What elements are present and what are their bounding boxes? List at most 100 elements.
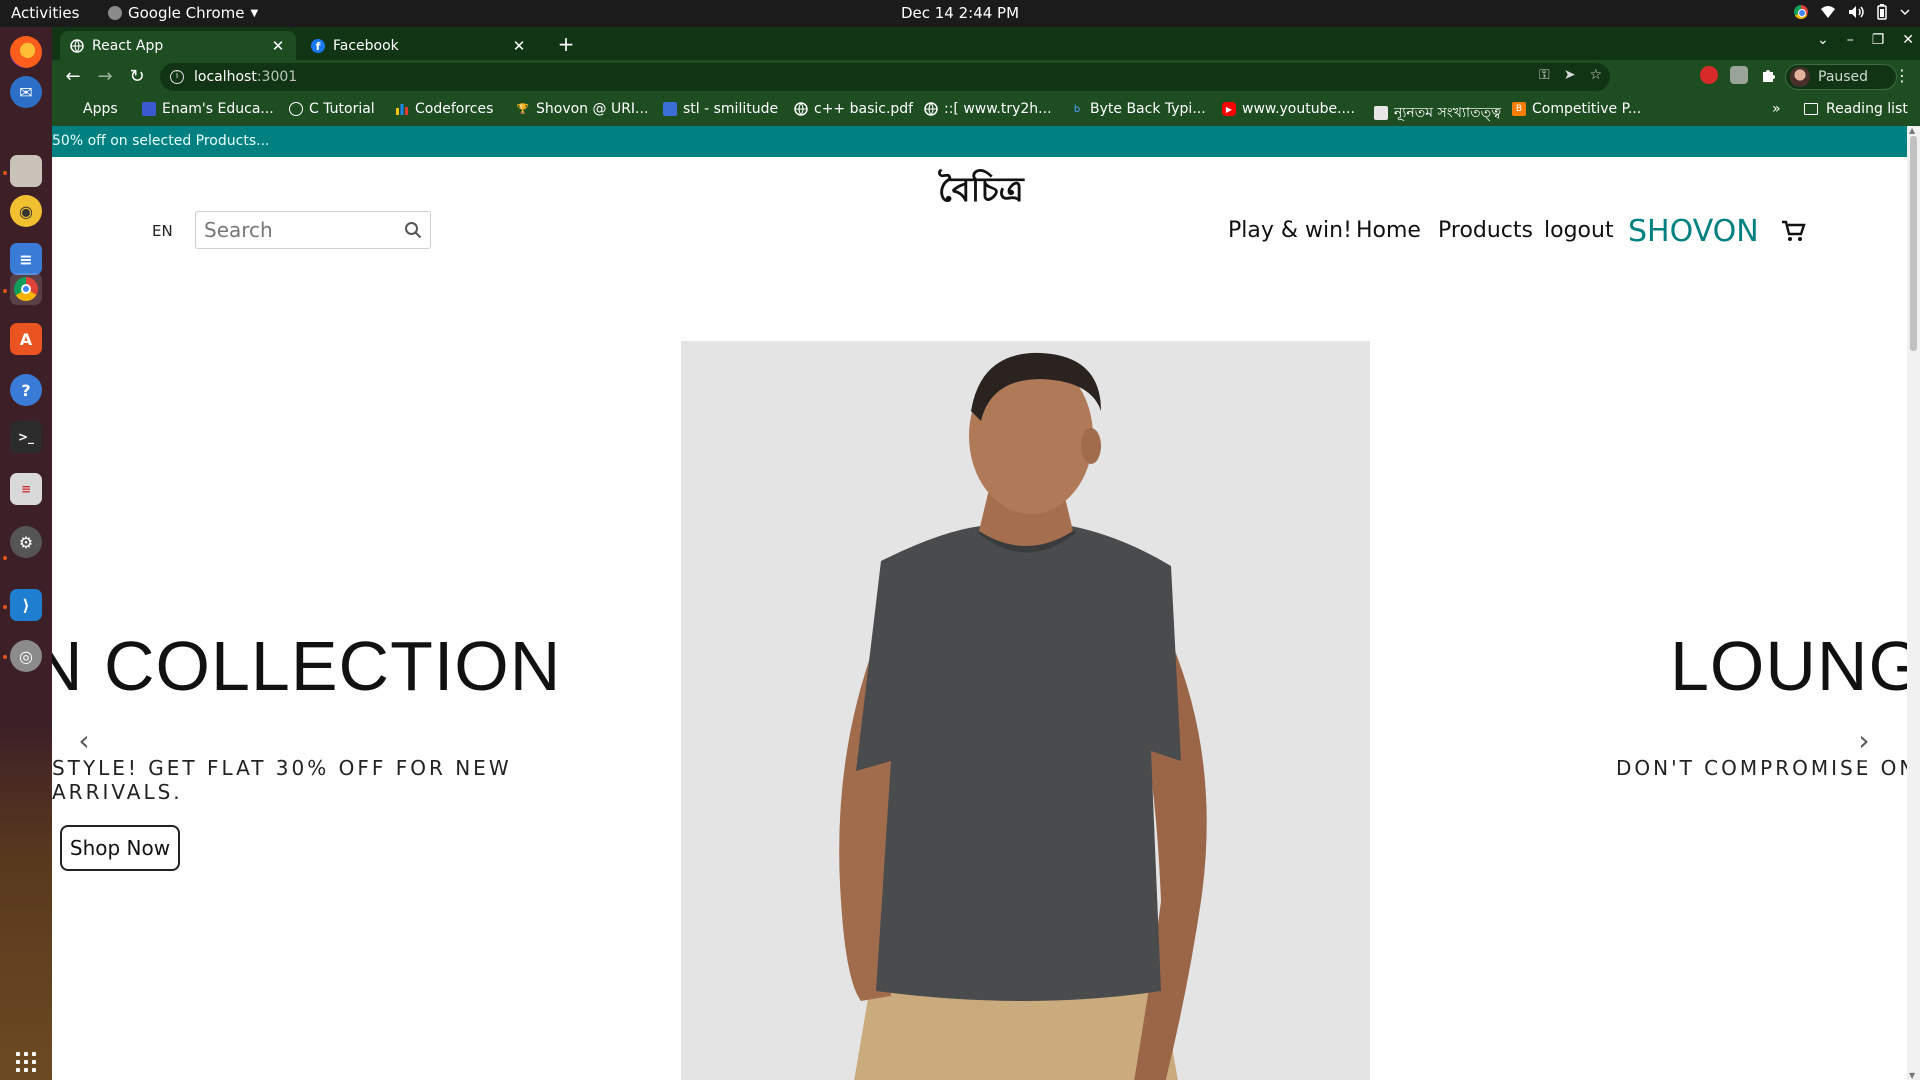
rhythmbox-icon[interactable]: ◉ bbox=[10, 195, 42, 227]
reading-list-label: Reading list bbox=[1826, 101, 1908, 117]
tab-react-app[interactable]: React App ✕ bbox=[60, 31, 296, 60]
bookmark-try2h[interactable]: ::[ www.try2h... bbox=[924, 101, 1052, 117]
page-viewport: 50% off on selected Products... বৈচিত্র … bbox=[52, 126, 1907, 1080]
page-scrollbar[interactable]: ▲ ▼ bbox=[1907, 126, 1920, 1080]
bookmark-enams-educa[interactable]: Enam's Educa... bbox=[142, 101, 274, 117]
writer-icon[interactable]: ≡ bbox=[10, 243, 42, 275]
avatar bbox=[1790, 67, 1810, 87]
nav-username[interactable]: SHOVON bbox=[1628, 214, 1759, 249]
scroll-up-icon[interactable]: ▲ bbox=[1909, 126, 1915, 135]
extension-red-icon[interactable] bbox=[1700, 66, 1718, 84]
system-clock[interactable]: Dec 14 2:44 PM bbox=[0, 4, 1920, 22]
tab-strip: React App ✕ f Facebook ✕ + ⌄ – ❐ ✕ bbox=[52, 27, 1920, 60]
thunderbird-icon[interactable]: ✉ bbox=[10, 76, 42, 108]
carousel-prev-arrow-icon[interactable]: ‹ bbox=[64, 721, 104, 761]
close-tab-icon[interactable]: ✕ bbox=[270, 37, 286, 55]
brand-logo[interactable]: বৈচিত্র bbox=[938, 164, 1024, 221]
send-icon[interactable]: ➤ bbox=[1564, 67, 1576, 83]
hero-product-image[interactable] bbox=[681, 341, 1370, 1080]
slide-subheading: STYLE! GET FLAT 30% OFF FOR NEW ARRIVALS… bbox=[52, 756, 512, 804]
bookmark-c-tutorial[interactable]: C Tutorial bbox=[289, 101, 375, 117]
bookmark-byte-back[interactable]: b Byte Back Typi... bbox=[1070, 101, 1206, 117]
extension-grey-icon[interactable] bbox=[1730, 66, 1748, 84]
bookmark-icon bbox=[663, 102, 677, 116]
chrome-tray-icon[interactable] bbox=[1794, 5, 1808, 19]
blogger-icon: B bbox=[1512, 102, 1526, 116]
disk-icon[interactable]: ◎ bbox=[10, 640, 42, 672]
bookmark-cpp-basic[interactable]: c++ basic.pdf bbox=[794, 101, 913, 117]
settings-icon[interactable]: ⚙ bbox=[10, 526, 42, 558]
bookmark-star-icon[interactable]: ☆ bbox=[1589, 67, 1602, 83]
running-indicator bbox=[3, 655, 7, 659]
bookmarks-overflow-button[interactable]: » bbox=[1772, 101, 1781, 117]
bookmark-label: www.youtube.... bbox=[1242, 101, 1355, 117]
window-controls: ⌄ – ❐ ✕ bbox=[1817, 32, 1914, 48]
bookmark-icon: b bbox=[1073, 103, 1081, 115]
nav-products[interactable]: Products bbox=[1438, 218, 1533, 243]
maximize-icon[interactable]: ❐ bbox=[1872, 32, 1885, 48]
scroll-down-icon[interactable]: ▼ bbox=[1909, 1071, 1915, 1080]
show-applications-icon[interactable] bbox=[16, 1052, 36, 1072]
promo-banner: 50% off on selected Products... bbox=[52, 126, 1907, 157]
chrome-dock-icon[interactable] bbox=[10, 273, 42, 305]
firefox-icon[interactable] bbox=[10, 36, 42, 68]
url-port: :3001 bbox=[256, 69, 298, 85]
dock-wallpaper-gradient bbox=[0, 720, 52, 1080]
reading-list-button[interactable]: Reading list bbox=[1804, 101, 1908, 117]
main-nav: Play & win! Home Products logout SHOVON bbox=[52, 214, 1907, 250]
close-tab-icon[interactable]: ✕ bbox=[511, 37, 527, 55]
profile-button[interactable]: Paused bbox=[1785, 64, 1897, 90]
slide-heading: N COLLECTION bbox=[52, 627, 562, 705]
tab-facebook[interactable]: f Facebook ✕ bbox=[301, 31, 537, 60]
minimize-icon[interactable]: – bbox=[1847, 32, 1854, 48]
nav-home[interactable]: Home bbox=[1356, 218, 1421, 243]
terminal-icon[interactable]: >_ bbox=[10, 421, 42, 453]
bookmark-bangla[interactable]: ন্যূনতম সংখ্যাতত্ত্ব bbox=[1374, 101, 1501, 125]
shop-now-button[interactable]: Shop Now bbox=[60, 825, 180, 871]
scrollbar-thumb[interactable] bbox=[1910, 136, 1917, 351]
running-indicator bbox=[3, 605, 7, 609]
bookmark-codeforces[interactable]: Codeforces bbox=[395, 101, 493, 117]
codeforces-icon bbox=[395, 102, 409, 116]
reload-icon[interactable]: ↻ bbox=[126, 66, 148, 88]
menu-kebab-icon[interactable]: ⋮ bbox=[1894, 66, 1910, 85]
forward-icon[interactable]: → bbox=[94, 66, 116, 88]
bookmark-label: Byte Back Typi... bbox=[1090, 101, 1206, 117]
bookmark-youtube[interactable]: ▶ www.youtube.... bbox=[1222, 101, 1355, 117]
nav-logout[interactable]: logout bbox=[1544, 218, 1614, 243]
system-tray[interactable] bbox=[1794, 4, 1910, 20]
bookmark-label: Apps bbox=[83, 101, 118, 117]
chrome-window: React App ✕ f Facebook ✕ + ⌄ – ❐ ✕ ← → ↻… bbox=[52, 27, 1920, 1080]
site-info-icon[interactable]: i bbox=[170, 70, 184, 84]
globe-icon bbox=[70, 38, 84, 53]
reading-list-icon bbox=[1804, 103, 1818, 115]
new-tab-button[interactable]: + bbox=[554, 33, 578, 57]
bookmark-stl-smilitude[interactable]: stl - smilitude bbox=[663, 101, 778, 117]
bookmark-label: Enam's Educa... bbox=[162, 101, 274, 117]
software-center-icon[interactable]: A bbox=[10, 323, 42, 355]
bookmark-label: stl - smilitude bbox=[683, 101, 779, 117]
tab-search-icon[interactable]: ⌄ bbox=[1817, 32, 1829, 48]
back-icon[interactable]: ← bbox=[62, 66, 84, 88]
bookmark-apps[interactable]: Apps bbox=[64, 101, 118, 117]
model-tshirt-illustration bbox=[681, 341, 1370, 1080]
wifi-icon bbox=[1821, 6, 1835, 18]
bookmark-shovon-uri[interactable]: 🏆 Shovon @ URI... bbox=[516, 101, 649, 117]
extensions-area bbox=[1700, 66, 1778, 84]
shopping-cart-icon[interactable] bbox=[1780, 219, 1806, 243]
files-icon[interactable] bbox=[10, 155, 42, 187]
key-icon[interactable]: ⚿ bbox=[1539, 67, 1550, 83]
slide-heading: LOUNGE bbox=[1670, 627, 1907, 705]
nav-play-win[interactable]: Play & win! bbox=[1228, 218, 1352, 243]
vscode-icon[interactable]: ⟩ bbox=[10, 589, 42, 621]
close-window-icon[interactable]: ✕ bbox=[1902, 32, 1914, 48]
carousel-next-arrow-icon[interactable]: › bbox=[1844, 721, 1884, 761]
bookmark-competitive[interactable]: B Competitive P... bbox=[1512, 101, 1641, 117]
document-viewer-icon[interactable]: ≡ bbox=[10, 473, 42, 505]
tab-title: Facebook bbox=[333, 37, 399, 54]
volume-icon bbox=[1849, 6, 1864, 18]
help-icon[interactable]: ? bbox=[10, 374, 42, 406]
youtube-icon: ▶ bbox=[1222, 102, 1236, 116]
address-bar[interactable]: i localhost:3001 ⚿ ➤ ☆ bbox=[160, 63, 1610, 91]
extensions-puzzle-icon[interactable] bbox=[1760, 66, 1778, 84]
